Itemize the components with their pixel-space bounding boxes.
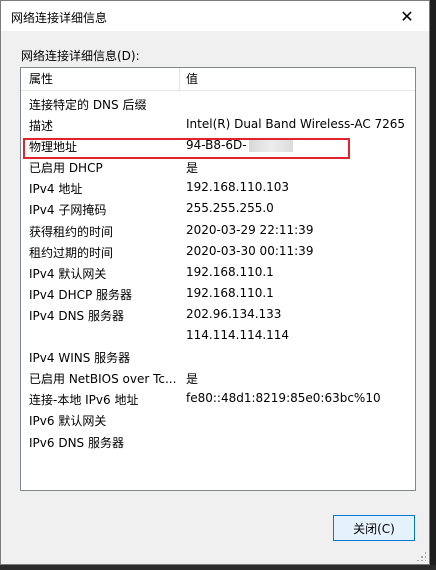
table-row[interactable]: 获得租约的时间 2020-03-29 22:11:39 — [21, 220, 415, 241]
table-row[interactable]: 114.114.114.114 — [21, 325, 415, 346]
table-row[interactable]: IPv6 默认网关 — [21, 409, 415, 430]
row-value: 2020-03-29 22:11:39 — [186, 222, 314, 237]
redacted-mask — [248, 139, 293, 152]
table-row[interactable]: IPv6 DNS 服务器 — [21, 431, 415, 452]
row-property: 已启用 DHCP — [29, 161, 103, 176]
row-property: IPv4 默认网关 — [29, 266, 107, 281]
row-property: 物理地址 — [29, 140, 78, 155]
row-value: 255.255.255.0 — [186, 201, 274, 216]
table-row[interactable]: 描述 Intel(R) Dual Band Wireless-AC 7265 — [21, 114, 415, 135]
table-row[interactable]: IPv4 子网掩码 255.255.255.0 — [21, 198, 415, 219]
row-property: 描述 — [29, 119, 54, 134]
row-property: IPv4 DHCP 服务器 — [29, 287, 133, 302]
table-row[interactable]: IPv4 DHCP 服务器 192.168.110.1 — [21, 283, 415, 304]
row-value: 202.96.134.133 — [186, 306, 282, 321]
table-row[interactable]: IPv4 DNS 服务器 202.96.134.133 — [21, 304, 415, 325]
details-list[interactable]: 属性 值 连接特定的 DNS 后缀 描述 Intel(R) Dual Band Wi… — [20, 67, 416, 491]
row-property: 获得租约的时间 — [29, 224, 114, 239]
table-row[interactable]: 已启用 DHCP 是 — [21, 156, 415, 177]
network-details-dialog: 网络连接详细信息 ✕ 网络连接详细信息(D): 属性 值 连接特定的 DNS 后… — [0, 0, 430, 565]
table-row[interactable]: 租约过期的时间 2020-03-30 00:11:39 — [21, 241, 415, 262]
table-row[interactable]: 物理地址 94-B8-6D- — [21, 135, 415, 156]
column-header-value[interactable]: 值 — [178, 68, 415, 90]
window-title: 网络连接详细信息 — [11, 11, 108, 25]
title-bar: 网络连接详细信息 ✕ — [1, 1, 429, 31]
close-icon[interactable]: ✕ — [385, 1, 429, 31]
row-property: IPv4 DNS 服务器 — [29, 308, 124, 323]
row-value: 是 — [186, 161, 199, 176]
resize-grip[interactable] — [416, 551, 426, 561]
row-property: 租约过期的时间 — [29, 245, 114, 260]
row-property: IPv4 WINS 服务器 — [29, 351, 131, 366]
table-row[interactable]: 连接特定的 DNS 后缀 — [21, 93, 415, 114]
row-property: 连接特定的 DNS 后缀 — [29, 98, 147, 112]
row-value: 94-B8-6D- — [186, 138, 411, 152]
row-property: IPv4 子网掩码 — [29, 203, 107, 218]
row-property: 已启用 NetBIOS over Tc... — [29, 372, 177, 387]
row-value: 192.168.110.1 — [186, 285, 274, 300]
row-property: IPv4 地址 — [29, 182, 83, 197]
row-value: Intel(R) Dual Band Wireless-AC 7265 — [186, 117, 406, 132]
row-value: fe80::48d1:8219:85e0:63bc%10 — [186, 391, 381, 406]
table-row[interactable]: 连接-本地 IPv6 地址 fe80::48d1:8219:85e0:63bc%1… — [21, 388, 415, 409]
row-value: 2020-03-30 00:11:39 — [186, 243, 314, 258]
background-bottom — [0, 565, 436, 570]
row-property: IPv6 DNS 服务器 — [29, 435, 124, 450]
background-right — [430, 0, 436, 570]
row-value: 是 — [186, 372, 199, 387]
table-row[interactable]: IPv4 WINS 服务器 — [21, 346, 415, 367]
row-value: 114.114.114.114 — [186, 328, 290, 343]
column-header-property[interactable]: 属性 — [21, 68, 180, 90]
table-row[interactable]: IPv4 地址 192.168.110.103 — [21, 177, 415, 198]
row-value: 192.168.110.103 — [186, 180, 290, 195]
list-rows: 连接特定的 DNS 后缀 描述 Intel(R) Dual Band Wireles… — [21, 93, 415, 452]
row-property: 连接-本地 IPv6 地址 — [29, 393, 139, 408]
details-label: 网络连接详细信息(D): — [21, 49, 140, 63]
row-property: IPv6 默认网关 — [29, 414, 107, 429]
table-row[interactable]: 已启用 NetBIOS over Tc... 是 — [21, 367, 415, 388]
close-button[interactable]: 关闭(C) — [333, 515, 415, 541]
list-header: 属性 值 — [21, 68, 415, 91]
table-row[interactable]: IPv4 默认网关 192.168.110.1 — [21, 262, 415, 283]
row-value: 192.168.110.1 — [186, 264, 274, 279]
